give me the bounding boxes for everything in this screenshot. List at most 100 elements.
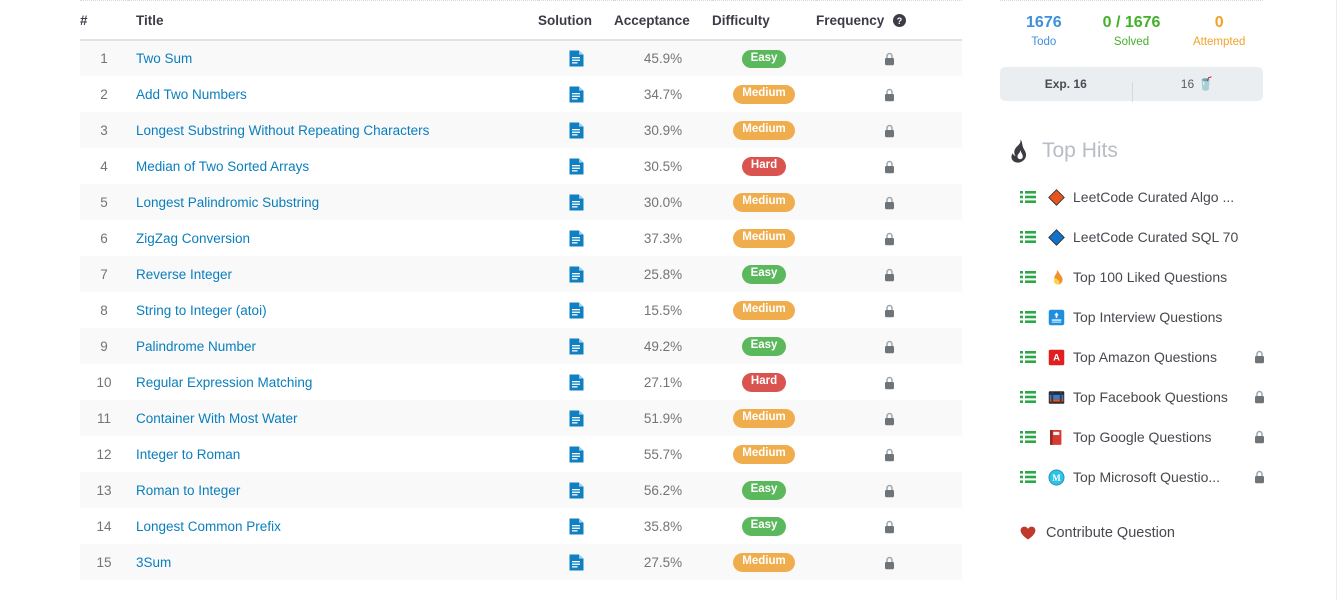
- difficulty-cell: Easy: [712, 472, 816, 508]
- acceptance-value: 30.5%: [643, 158, 683, 174]
- contribute-question-link[interactable]: Contribute Question: [1000, 525, 1275, 541]
- lock-icon: [884, 52, 894, 66]
- top-hits-item[interactable]: Top Facebook Questions: [1000, 377, 1275, 417]
- problem-title-link[interactable]: Palindrome Number: [136, 339, 256, 354]
- problem-title-link[interactable]: Reverse Integer: [136, 267, 232, 282]
- difficulty-cell: Easy: [712, 256, 816, 292]
- solution-document-icon[interactable]: [569, 230, 584, 247]
- difficulty-badge: Medium: [733, 85, 795, 104]
- stat-attempted-label: Attempted: [1192, 36, 1246, 48]
- table-row[interactable]: 6 ZigZag Conversion 37.3% Medium: [80, 220, 962, 256]
- column-header-frequency[interactable]: Frequency ?: [816, 0, 962, 41]
- top-hits-item[interactable]: M Top Microsoft Questio...: [1000, 457, 1275, 497]
- problems-table: # Title Solution Acceptance Difficulty F…: [80, 0, 962, 580]
- problem-title-link[interactable]: Add Two Numbers: [136, 87, 247, 102]
- lock-icon: [884, 412, 894, 425]
- solution-document-icon[interactable]: [569, 158, 584, 175]
- solution-cell: [538, 112, 614, 148]
- column-header-number[interactable]: #: [80, 0, 128, 41]
- problem-title-link[interactable]: ZigZag Conversion: [136, 231, 250, 246]
- solution-document-icon[interactable]: [569, 122, 584, 139]
- table-row[interactable]: 1 Two Sum 45.9% Easy: [80, 40, 962, 76]
- solution-document-icon[interactable]: [569, 266, 584, 283]
- heart-icon: [1020, 526, 1036, 540]
- solution-document-icon[interactable]: [569, 338, 584, 355]
- top-hits-item[interactable]: LeetCode Curated Algo ...: [1000, 177, 1275, 217]
- top-hits-item[interactable]: Top Google Questions: [1000, 417, 1275, 457]
- table-row[interactable]: 13 Roman to Integer 56.2% Easy: [80, 472, 962, 508]
- problem-number: 11: [96, 410, 111, 426]
- orange-diamond-icon: [1048, 188, 1065, 206]
- problem-title-link[interactable]: Two Sum: [136, 51, 192, 66]
- difficulty-badge: Easy: [741, 337, 787, 356]
- solution-document-icon[interactable]: [569, 374, 584, 391]
- solution-document-icon[interactable]: [569, 86, 584, 103]
- table-row[interactable]: 4 Median of Two Sorted Arrays 30.5% Hard: [80, 148, 962, 184]
- top-hits-item[interactable]: LeetCode Curated SQL 70: [1000, 217, 1275, 257]
- problem-title-link[interactable]: Longest Palindromic Substring: [136, 195, 319, 210]
- facebook-icon: [1048, 390, 1065, 404]
- flame-icon: [1053, 269, 1063, 285]
- column-header-title[interactable]: Title: [128, 0, 538, 41]
- column-header-acceptance[interactable]: Acceptance: [614, 0, 712, 41]
- table-row[interactable]: 2 Add Two Numbers 34.7% Medium: [80, 76, 962, 112]
- solution-document-icon[interactable]: [569, 554, 584, 571]
- google-icon: [1050, 429, 1062, 445]
- table-row[interactable]: 14 Longest Common Prefix 35.8% Easy: [80, 508, 962, 544]
- difficulty-badge: Easy: [741, 517, 787, 536]
- top-hits-title: Top Hits: [1042, 139, 1118, 162]
- table-row[interactable]: 12 Integer to Roman 55.7% Medium: [80, 436, 962, 472]
- problem-number: 1: [100, 51, 108, 66]
- problem-number: 9: [100, 338, 108, 354]
- table-row[interactable]: 15 3Sum 27.5% Medium: [80, 544, 962, 580]
- problem-number: 13: [96, 482, 112, 498]
- top-hits-header: Top Hits: [1000, 139, 1275, 163]
- table-row[interactable]: 10 Regular Expression Matching 27.1% Hard: [80, 364, 962, 400]
- stat-solved-label: Solved: [1113, 36, 1150, 48]
- difficulty-cell: Hard: [712, 148, 816, 184]
- problem-title-link[interactable]: 3Sum: [136, 555, 171, 570]
- experience-box[interactable]: Exp. 16 16 🥤: [1000, 67, 1263, 102]
- problem-title-link[interactable]: Longest Substring Without Repeating Char…: [136, 123, 429, 138]
- solution-document-icon[interactable]: [569, 518, 584, 535]
- top-hits-item[interactable]: A Top Amazon Questions: [1000, 337, 1275, 377]
- solution-document-icon[interactable]: [569, 302, 584, 319]
- problem-title-link[interactable]: Roman to Integer: [136, 483, 240, 498]
- problem-title-link[interactable]: Integer to Roman: [136, 447, 240, 462]
- solution-document-icon[interactable]: [569, 482, 584, 499]
- column-header-difficulty[interactable]: Difficulty: [712, 0, 816, 41]
- table-row[interactable]: 11 Container With Most Water 51.9% Medium: [80, 400, 962, 436]
- solution-document-icon[interactable]: [569, 410, 584, 427]
- top-hits-item[interactable]: Top Interview Questions: [1000, 297, 1275, 337]
- top-hits-item[interactable]: Top 100 Liked Questions: [1000, 257, 1275, 297]
- problem-title-cell: Median of Two Sorted Arrays: [128, 148, 538, 184]
- stat-attempted[interactable]: 0 Attempted: [1175, 13, 1263, 51]
- problem-title-cell: Roman to Integer: [128, 472, 538, 508]
- help-circle-icon[interactable]: ?: [893, 14, 907, 27]
- difficulty-cell: Medium: [712, 436, 816, 472]
- table-head: # Title Solution Acceptance Difficulty F…: [80, 0, 962, 41]
- solution-document-icon[interactable]: [569, 50, 584, 67]
- table-row[interactable]: 8 String to Integer (atoi) 15.5% Medium: [80, 292, 962, 328]
- table-row[interactable]: 9 Palindrome Number 49.2% Easy: [80, 328, 962, 364]
- cookie-count-value: 16: [1180, 77, 1195, 91]
- solution-document-icon[interactable]: [569, 446, 584, 463]
- table-row[interactable]: 3 Longest Substring Without Repeating Cha…: [80, 112, 962, 148]
- column-header-solution[interactable]: Solution: [538, 0, 614, 41]
- problem-number: 10: [96, 374, 112, 390]
- problem-number: 7: [100, 266, 108, 282]
- difficulty-cell: Easy: [712, 328, 816, 364]
- problem-title-link[interactable]: Longest Common Prefix: [136, 519, 281, 534]
- stat-todo[interactable]: 1676 Todo: [1000, 13, 1088, 51]
- problem-title-link[interactable]: Median of Two Sorted Arrays: [136, 159, 309, 174]
- solution-cell: [538, 40, 614, 76]
- table-row[interactable]: 7 Reverse Integer 25.8% Easy: [80, 256, 962, 292]
- table-row[interactable]: 5 Longest Palindromic Substring 30.0% Mediu…: [80, 184, 962, 220]
- solution-document-icon[interactable]: [569, 194, 584, 211]
- stat-solved[interactable]: 0 / 1676 Solved: [1088, 13, 1176, 51]
- problem-title-link[interactable]: Regular Expression Matching: [136, 375, 312, 390]
- frequency-cell: [816, 436, 962, 472]
- vertical-scrollbar[interactable]: [1336, 0, 1344, 600]
- problem-title-link[interactable]: Container With Most Water: [136, 411, 298, 426]
- problem-title-link[interactable]: String to Integer (atoi): [136, 303, 267, 318]
